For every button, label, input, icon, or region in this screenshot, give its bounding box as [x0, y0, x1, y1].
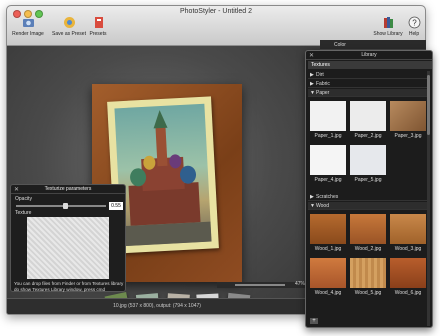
section-scratches[interactable]: ▶ Scratches — [308, 193, 428, 201]
texturize-panel: ✕ Texturize parameters Opacity 0.55 Text… — [10, 184, 126, 292]
opacity-slider-track[interactable] — [16, 205, 106, 207]
section-label: Dirt — [316, 72, 324, 78]
image-canvas[interactable]: ✕ Texturize parameters Opacity 0.55 Text… — [7, 46, 307, 314]
texture-tile[interactable] — [390, 214, 426, 244]
tile-caption: Wood_6.jpg — [394, 290, 422, 296]
presets-button[interactable]: Presets — [87, 16, 109, 37]
close-icon[interactable]: ✕ — [14, 186, 19, 193]
texture-drop-note: You can drop files from Finder or from T… — [14, 281, 124, 292]
save-preset-label: Save as Preset — [52, 31, 86, 37]
tile-caption: Wood_3.jpg — [394, 246, 422, 252]
window-title: PhotoStyler - Untitled 2 — [180, 8, 252, 15]
section-wood[interactable]: ▼ Wood — [308, 202, 428, 210]
library-window: ✕ Library Textures ▶ Dirt ▶ Fabric ▼ Paper … — [305, 50, 433, 328]
presets-icon — [94, 17, 103, 28]
zoom-slider[interactable] — [235, 284, 285, 286]
texture-tile[interactable] — [310, 258, 346, 288]
disclosure-right-icon: ▶ — [310, 72, 314, 78]
section-dirt[interactable]: ▶ Dirt — [308, 71, 428, 79]
tile-caption: Paper_2.jpg — [354, 133, 382, 139]
texture-tile[interactable] — [310, 101, 346, 131]
section-label: Wood — [316, 203, 329, 209]
disclosure-right-icon: ▶ — [310, 194, 314, 200]
texture-tile[interactable] — [350, 145, 386, 175]
disclosure-down-icon: ▼ — [310, 90, 315, 96]
render-image-label: Render Image — [12, 31, 44, 37]
show-library-button[interactable]: Show Library — [373, 16, 403, 37]
section-paper[interactable]: ▼ Paper — [308, 89, 428, 97]
texture-tile[interactable] — [350, 258, 386, 288]
add-button[interactable]: + — [310, 318, 318, 324]
tile-caption: Paper_4.jpg — [314, 177, 342, 183]
tile-caption: Wood_5.jpg — [354, 290, 382, 296]
tile-caption: Paper_1.jpg — [314, 133, 342, 139]
show-library-label: Show Library — [373, 31, 403, 37]
section-fabric[interactable]: ▶ Fabric — [308, 80, 428, 88]
help-button[interactable]: ? Help — [405, 16, 423, 37]
opacity-value-field[interactable]: 0.55 — [109, 202, 123, 210]
zoom-bar: 47% — [217, 281, 307, 288]
tile-caption: Wood_4.jpg — [314, 290, 342, 296]
opacity-slider-knob[interactable] — [63, 203, 68, 209]
help-label: Help — [408, 31, 420, 37]
texturize-title: Texturize parameters — [11, 185, 125, 194]
section-label: Fabric — [316, 81, 330, 87]
texture-tile[interactable] — [310, 214, 346, 244]
texture-label: Texture — [15, 210, 32, 216]
disclosure-right-icon: ▶ — [310, 81, 314, 87]
zoom-value: 47% — [294, 281, 305, 287]
texture-tile[interactable] — [390, 258, 426, 288]
render-image-button[interactable]: Render Image — [11, 16, 45, 37]
cathedral-image — [120, 110, 212, 247]
library-books-icon — [383, 17, 393, 28]
render-icon — [22, 19, 34, 27]
save-preset-button[interactable]: Save as Preset — [51, 16, 87, 37]
library-title: Library — [306, 51, 432, 60]
help-icon: ? — [408, 16, 420, 29]
texture-preview[interactable] — [27, 217, 109, 279]
scrollbar-thumb[interactable] — [427, 75, 430, 135]
color-panel-header[interactable]: Color — [320, 40, 426, 50]
tile-caption: Paper_5.jpg — [354, 177, 382, 183]
close-icon[interactable]: ✕ — [309, 52, 314, 59]
library-scrollbar[interactable] — [427, 71, 430, 326]
tile-caption: Paper_3.jpg — [394, 133, 422, 139]
texture-tile[interactable] — [350, 214, 386, 244]
color-panel-label: Color — [334, 42, 346, 48]
texture-tile[interactable] — [310, 145, 346, 175]
disclosure-down-icon: ▼ — [310, 203, 315, 209]
texture-tile[interactable] — [350, 101, 386, 131]
tile-caption: Wood_1.jpg — [314, 246, 342, 252]
svg-text:?: ? — [412, 18, 417, 27]
save-preset-icon — [63, 17, 75, 28]
presets-label: Presets — [89, 31, 107, 37]
textures-category[interactable]: Textures — [308, 61, 432, 69]
photo-image — [114, 103, 212, 247]
texture-tile[interactable] — [390, 101, 426, 131]
opacity-label: Opacity — [15, 196, 32, 202]
section-label: Scratches — [316, 194, 339, 200]
section-label: Paper — [316, 90, 330, 96]
status-text: 10.jpg (537 x 800), output: (794 x 1047) — [113, 303, 201, 309]
tile-caption: Wood_2.jpg — [354, 246, 382, 252]
